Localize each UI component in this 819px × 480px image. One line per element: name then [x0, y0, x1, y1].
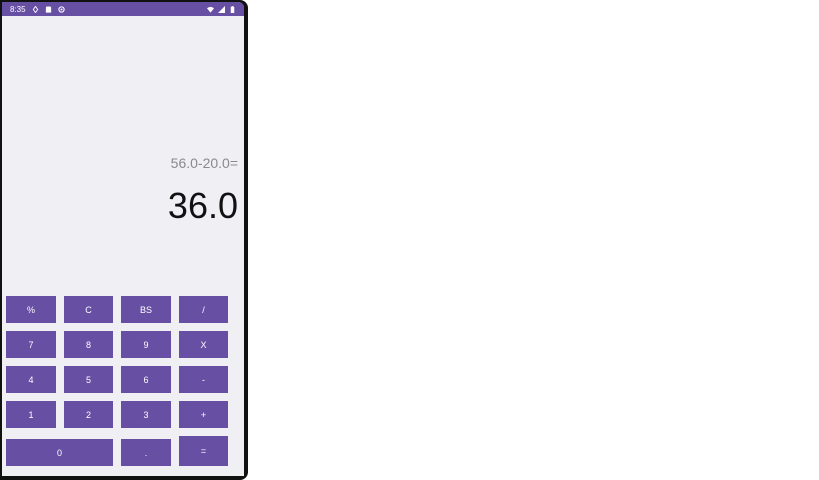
five-button[interactable]: 5: [64, 366, 113, 393]
multiply-button[interactable]: X: [179, 331, 228, 358]
seven-button[interactable]: 7: [6, 331, 56, 358]
six-button[interactable]: 6: [121, 366, 171, 393]
sd-card-icon: [45, 5, 51, 13]
phone-frame: 8:35 56.0-20.0= 36.0 % C BS / 7 8 9 X 4 …: [0, 0, 248, 480]
four-button[interactable]: 4: [6, 366, 56, 393]
expression-display: 56.0-20.0=: [170, 155, 238, 171]
one-button[interactable]: 1: [6, 401, 56, 428]
result-display: 36.0: [167, 185, 238, 226]
equals-button[interactable]: =: [179, 436, 228, 466]
status-bar: 8:35: [2, 2, 244, 16]
status-time: 8:35: [10, 4, 26, 14]
eight-button[interactable]: 8: [64, 331, 113, 358]
app-screen: 8:35 56.0-20.0= 36.0 % C BS / 7 8 9 X 4 …: [2, 2, 244, 476]
backspace-button[interactable]: BS: [121, 296, 171, 323]
three-button[interactable]: 3: [121, 401, 171, 428]
location-icon: [32, 5, 38, 13]
percent-button[interactable]: %: [6, 296, 56, 323]
wifi-icon: [207, 6, 214, 13]
signal-icon: [218, 5, 225, 13]
minus-button[interactable]: -: [179, 366, 228, 393]
clear-button[interactable]: C: [64, 296, 113, 323]
nine-button[interactable]: 9: [121, 331, 171, 358]
plus-button[interactable]: +: [179, 401, 228, 428]
dot-button[interactable]: .: [121, 439, 171, 466]
divide-button[interactable]: /: [179, 296, 228, 323]
zero-button[interactable]: 0: [6, 439, 113, 466]
two-button[interactable]: 2: [64, 401, 113, 428]
battery-icon: [230, 5, 235, 13]
vpn-icon: [57, 5, 65, 13]
